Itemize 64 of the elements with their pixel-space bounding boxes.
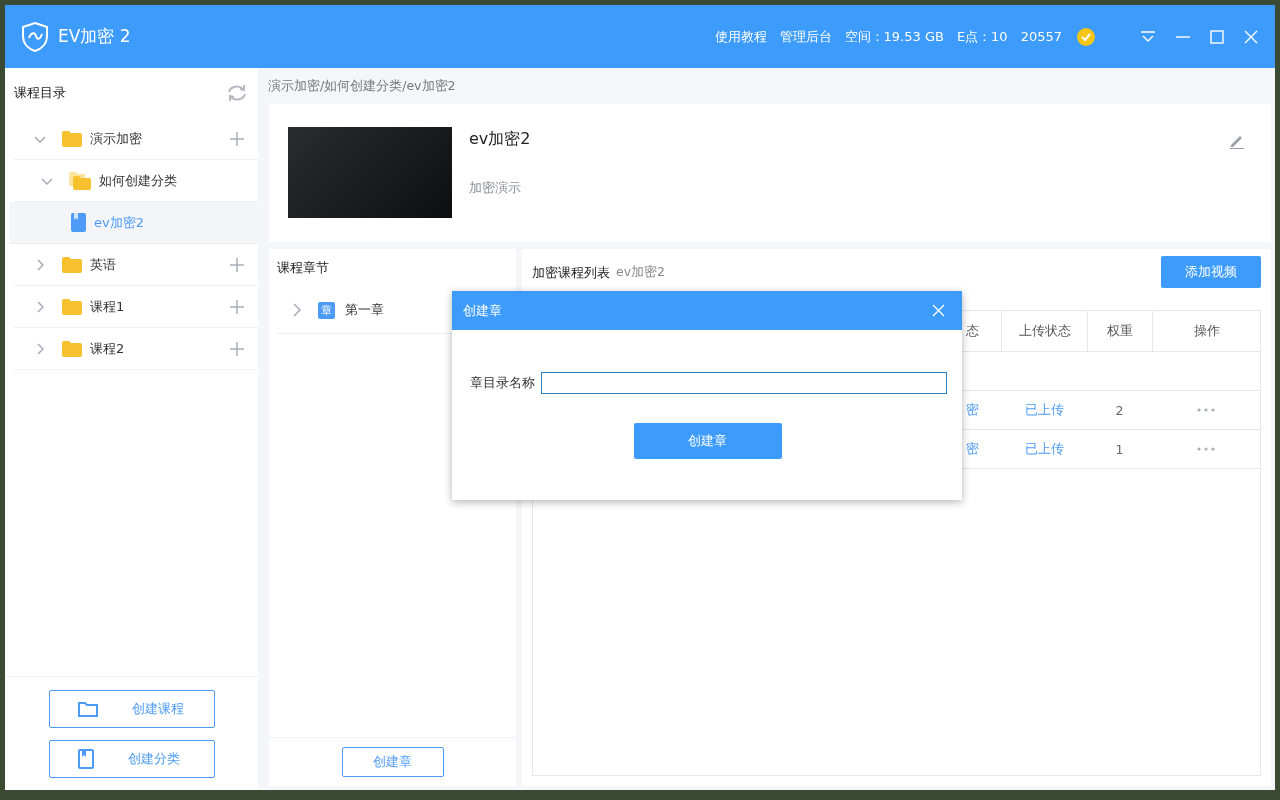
more-icon[interactable] [1197,408,1215,412]
chevron-icon[interactable] [34,258,46,271]
refresh-icon[interactable] [226,84,248,102]
field-label: 章目录名称 [470,374,535,392]
folders-icon [69,171,91,190]
folder-icon [62,340,82,357]
chapters-title: 课程章节 [276,259,330,277]
close-icon[interactable] [932,304,945,317]
chevron-icon[interactable] [34,300,46,313]
upload-status: 已上传 [1024,401,1064,419]
tree-item[interactable]: ev加密2 [9,202,258,244]
dialog-title: 创建章 [463,301,502,320]
create-chapter-button[interactable]: 创建章 [341,747,444,777]
folder-icon [78,701,98,717]
more-icon[interactable] [1197,447,1215,451]
minimize-icon[interactable] [1176,35,1190,38]
dropdown-icon[interactable] [1140,30,1156,43]
breadcrumb: 演示加密/如何创建分类/ev加密2 [268,77,457,95]
chevron-icon[interactable] [34,342,46,355]
add-icon[interactable] [230,131,244,146]
weight-cell: 1 [1115,441,1124,457]
user-id: 20557 [1020,29,1062,44]
close-icon[interactable] [1244,29,1258,44]
list-course-name: ev加密2 [616,264,666,281]
window-title: EV加密 2 [58,25,131,48]
column-header: 操作 [1193,322,1220,340]
tree-item[interactable]: 英语 [14,244,258,286]
points-count: E点：10 [956,27,1008,46]
header-link[interactable]: 使用教程 [714,27,767,46]
add-icon[interactable] [230,341,244,356]
weight-cell: 2 [1115,402,1124,418]
maximize-icon[interactable] [1210,29,1224,44]
coin-icon[interactable] [1077,27,1095,46]
tree-item[interactable]: 课程1 [14,286,258,328]
shield-logo-icon [22,21,48,52]
header-link[interactable]: 管理后台 [779,27,832,46]
column-header: 上传状态 [1018,322,1071,340]
add-icon[interactable] [230,257,244,272]
folder-icon [62,256,82,273]
create-button[interactable]: 创建课程 [49,690,215,728]
tree-item[interactable]: 演示加密 [14,118,258,160]
create-button[interactable]: 创建分类 [49,740,215,778]
upload-status: 已上传 [1024,440,1064,458]
add-icon[interactable] [230,299,244,314]
folder-icon [62,130,82,147]
chapter-name-input[interactable] [541,372,947,394]
table-cell: 密 [966,440,979,458]
folder-icon [62,298,82,315]
book-icon [71,213,86,232]
course-description: 加密演示 [469,180,522,197]
column-header: 态 [966,322,979,340]
list-title: 加密课程列表 [532,264,610,282]
sidebar-title: 课程目录 [14,84,66,102]
tree-item[interactable]: 课程2 [14,328,258,370]
book-icon [78,749,94,769]
chapter-badge: 章 [318,301,335,319]
chevron-icon[interactable] [291,303,303,317]
storage-space: 空间：19.53 GB [844,27,944,46]
add-video-button[interactable]: 添加视频 [1161,256,1261,288]
table-cell: 密 [966,401,979,419]
column-header: 权重 [1107,322,1133,340]
edit-icon[interactable] [1229,133,1245,149]
create-chapter-button[interactable]: 创建章 [633,423,782,459]
course-title: ev加密2 [469,129,531,150]
